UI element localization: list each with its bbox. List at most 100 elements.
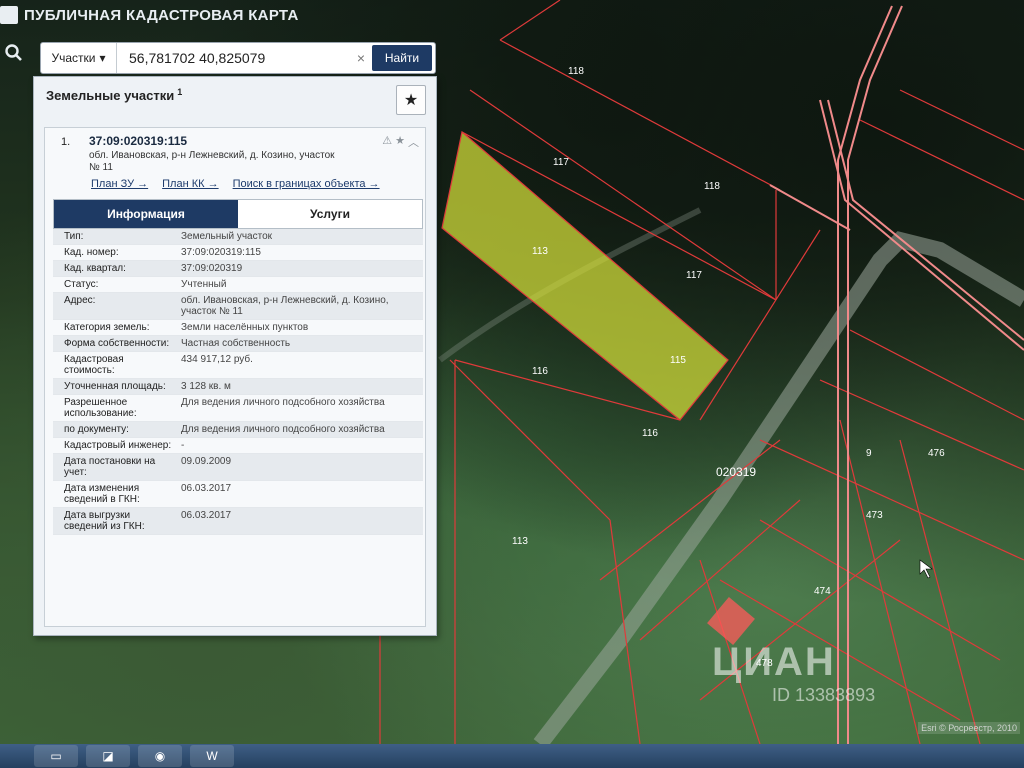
card-actions: ⚠ ★ ︿ <box>382 134 419 150</box>
tab-information[interactable]: Информация <box>54 200 238 228</box>
parcel-label: 113 <box>512 536 528 547</box>
row-value: 3 128 кв. м <box>181 381 231 392</box>
star-icon[interactable]: ★ <box>395 134 405 150</box>
parcel-label: 473 <box>866 510 883 521</box>
warning-icon[interactable]: ⚠ <box>382 134 392 150</box>
table-row: Кадастровый инженер: - <box>53 438 423 454</box>
search-bar: Участки ▾ × Найти <box>0 40 440 76</box>
favorites-star-button[interactable]: ★ <box>396 85 426 115</box>
table-row: Разрешенное использование: Для ведения ли… <box>53 395 423 422</box>
row-value: обл. Ивановская, р-н Лежневский, д. Кози… <box>181 295 389 317</box>
rosreestr-logo-icon <box>0 6 18 24</box>
card-links: План ЗУ → План КК → Поиск в границах объ… <box>91 178 380 190</box>
parcel-label: 9 <box>866 448 872 459</box>
chevron-down-icon: ▾ <box>99 51 106 65</box>
table-row: Форма собственности: Частная собственност… <box>53 336 423 352</box>
watermark-id: ID 13383893 <box>772 685 876 705</box>
search-box: Участки ▾ × Найти <box>40 42 436 74</box>
os-taskbar: ▭ ◪ ◉ W <box>0 744 1024 768</box>
quarter-plan-link[interactable]: План КК → <box>162 178 218 190</box>
collapse-icon[interactable]: ︿ <box>408 134 419 150</box>
row-value: Земельный участок <box>181 231 273 242</box>
parcel-plan-link[interactable]: План ЗУ → <box>91 178 148 190</box>
panel-header: Земельные участки 1 ★ <box>34 77 436 119</box>
row-label: Кад. номер: <box>64 247 119 258</box>
row-value: 06.03.2017 <box>181 510 232 521</box>
search-type-dropdown[interactable]: Участки ▾ <box>41 43 117 73</box>
parcel-label: 474 <box>814 586 831 597</box>
find-button[interactable]: Найти <box>372 45 432 71</box>
cadastral-id[interactable]: 37:09:020319:115 <box>89 134 187 148</box>
row-label: Кадастровая стоимость: <box>64 354 124 376</box>
row-label: Разрешенное использование: <box>64 397 137 419</box>
table-row: Тип: Земельный участок <box>53 229 423 245</box>
parcel-label: 118 <box>568 66 584 77</box>
chrome-icon[interactable]: ◉ <box>138 745 182 767</box>
row-label: Адрес: <box>64 295 96 306</box>
map-attribution: Esri © Росреестр, 2010 <box>918 722 1020 734</box>
results-panel: Земельные участки 1 ★ 1. 37:09:020319:115… <box>33 76 437 636</box>
clear-icon[interactable]: × <box>350 50 372 66</box>
row-label: Статус: <box>64 279 99 290</box>
table-row: Адрес: обл. Ивановская, р-н Лежневский, д… <box>53 293 423 320</box>
parcel-label: 116 <box>532 366 548 377</box>
parcel-label: 476 <box>928 448 945 459</box>
row-value: Учтенный <box>181 279 227 290</box>
table-row: Дата выгрузки сведений из ГКН: 06.03.2017 <box>53 508 423 535</box>
paint-icon[interactable]: ◪ <box>86 745 130 767</box>
result-card: 1. 37:09:020319:115 обл. Ивановская, р-н… <box>44 127 426 627</box>
parcel-label: 118 <box>704 181 720 192</box>
table-row: Кадастровая стоимость: 434 917,12 руб. <box>53 352 423 379</box>
table-row: Категория земель: Земли населённых пункто… <box>53 320 423 336</box>
search-type-label: Участки <box>51 51 96 65</box>
mouse-cursor-icon <box>919 559 933 579</box>
row-label: Дата изменения сведений в ГКН: <box>64 483 140 505</box>
row-value: 37:09:020319:115 <box>181 247 261 258</box>
quarter-label: 020319 <box>716 465 756 479</box>
row-value: Для ведения личного подсобного хозяйства <box>181 424 385 435</box>
word-icon[interactable]: W <box>190 745 234 767</box>
row-label: Тип: <box>64 231 84 242</box>
row-label: Дата выгрузки сведений из ГКН: <box>64 510 145 532</box>
parcel-label: 113 <box>532 246 548 257</box>
table-row: Статус: Учтенный <box>53 277 423 293</box>
search-within-link[interactable]: Поиск в границах объекта → <box>233 178 380 190</box>
parcel-labels: 118 117 118 113 117 115 116 116 113 476 … <box>512 66 945 669</box>
watermark-logo: ЦИАН <box>712 640 836 684</box>
app-title-bar: ПУБЛИЧНАЯ КАДАСТРОВАЯ КАРТА <box>0 0 450 30</box>
table-row: Дата изменения сведений в ГКН: 06.03.2017 <box>53 481 423 508</box>
search-input[interactable] <box>117 43 350 73</box>
row-label: Форма собственности: <box>64 338 170 349</box>
panel-title: Земельные участки 1 <box>46 87 183 104</box>
row-value: - <box>181 440 185 451</box>
parcel-label: 117 <box>553 157 569 168</box>
info-tabs: Информация Услуги <box>53 199 423 229</box>
table-row: Кад. квартал: 37:09:020319 <box>53 261 423 277</box>
row-label: Кад. квартал: <box>64 263 126 274</box>
row-value: Земли населённых пунктов <box>181 322 309 333</box>
table-row: Кад. номер: 37:09:020319:115 <box>53 245 423 261</box>
tab-services[interactable]: Услуги <box>238 200 422 228</box>
row-value: 06.03.2017 <box>181 483 232 494</box>
folder-icon[interactable]: ▭ <box>34 745 78 767</box>
table-row: по документу: Для ведения личного подсобн… <box>53 422 423 438</box>
app-title: ПУБЛИЧНАЯ КАДАСТРОВАЯ КАРТА <box>24 6 299 24</box>
parcel-label: 116 <box>642 428 658 439</box>
row-label: по документу: <box>64 424 129 435</box>
table-row: Уточненная площадь: 3 128 кв. м <box>53 379 423 395</box>
row-label: Кадастровый инженер: <box>64 440 172 451</box>
row-value: Для ведения личного подсобного хозяйства <box>181 397 385 408</box>
parcel-label: 115 <box>670 355 686 366</box>
row-value: Частная собственность <box>181 338 291 349</box>
result-number: 1. <box>61 136 71 148</box>
row-value: 09.09.2009 <box>181 456 232 467</box>
row-label: Уточненная площадь: <box>64 381 166 392</box>
cian-watermark: ЦИАН ID 13383893 <box>712 640 875 706</box>
row-label: Категория земель: <box>64 322 150 333</box>
info-table: Тип: Земельный участок Кад. номер: 37:09:0… <box>53 229 423 535</box>
row-value: 434 917,12 руб. <box>181 354 253 365</box>
search-icon[interactable] <box>4 43 28 67</box>
result-address: обл. Ивановская, р-н Лежневский, д. Кози… <box>89 150 335 173</box>
row-label: Дата постановки на учет: <box>64 456 156 478</box>
table-row: Дата постановки на учет: 09.09.2009 <box>53 454 423 481</box>
